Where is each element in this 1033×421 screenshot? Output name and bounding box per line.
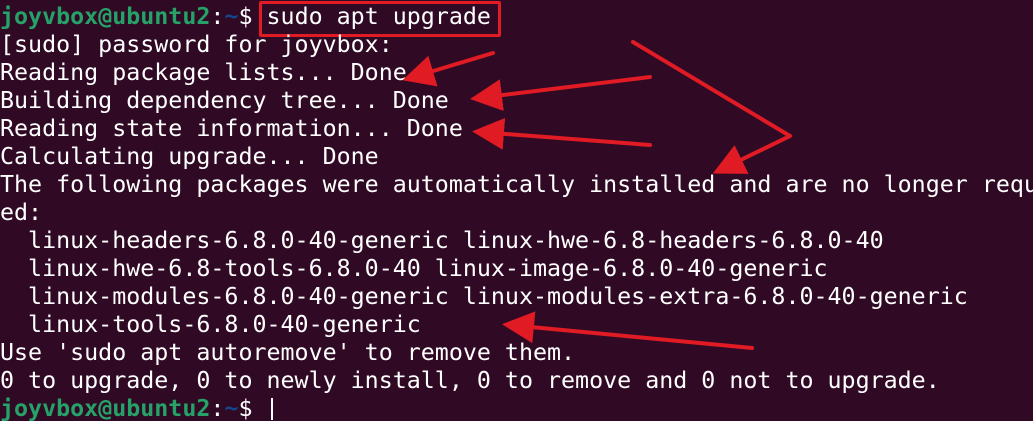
output-line: ed: — [0, 199, 43, 226]
output-line: Use 'sudo apt autoremove' to remove them… — [0, 339, 576, 366]
output-line: [sudo] password for joyvbox: — [0, 31, 393, 58]
terminal-window[interactable]: joyvbox@ubuntu2:~$ sudo apt upgrade [sud… — [0, 0, 1033, 421]
command-line: joyvbox@ubuntu2:~$ sudo apt upgrade — [0, 1, 1033, 37]
package-line: linux-hwe-6.8-tools-6.8.0-40 linux-image… — [0, 255, 828, 282]
package-line: linux-tools-6.8.0-40-generic — [0, 311, 421, 338]
output-line: Building dependency tree... Done — [0, 87, 449, 114]
package-line: linux-headers-6.8.0-40-generic linux-hwe… — [0, 227, 884, 254]
prompt-path: ~ — [224, 395, 239, 421]
text-cursor — [270, 398, 273, 420]
output-line: Reading state information... Done — [0, 115, 463, 142]
terminal-output: joyvbox@ubuntu2:~$ sudo apt upgrade [sud… — [0, 1, 1033, 421]
prompt-user-host: joyvbox@ubuntu2 — [0, 3, 211, 30]
prompt-path: ~ — [224, 3, 239, 30]
prompt-colon: : — [210, 3, 225, 30]
output-line: Reading package lists... Done — [0, 59, 407, 86]
output-line: 0 to upgrade, 0 to newly install, 0 to r… — [0, 367, 940, 394]
prompt-dollar: $ — [238, 395, 267, 421]
prompt-user-host: joyvbox@ubuntu2 — [0, 395, 211, 421]
output-line: Calculating upgrade... Done — [0, 143, 379, 170]
prompt-line[interactable]: joyvbox@ubuntu2:~$ — [0, 395, 1033, 421]
output-line: The following packages were automaticall… — [0, 171, 1033, 198]
prompt-colon: : — [210, 395, 225, 421]
package-line: linux-modules-6.8.0-40-generic linux-mod… — [0, 283, 968, 310]
